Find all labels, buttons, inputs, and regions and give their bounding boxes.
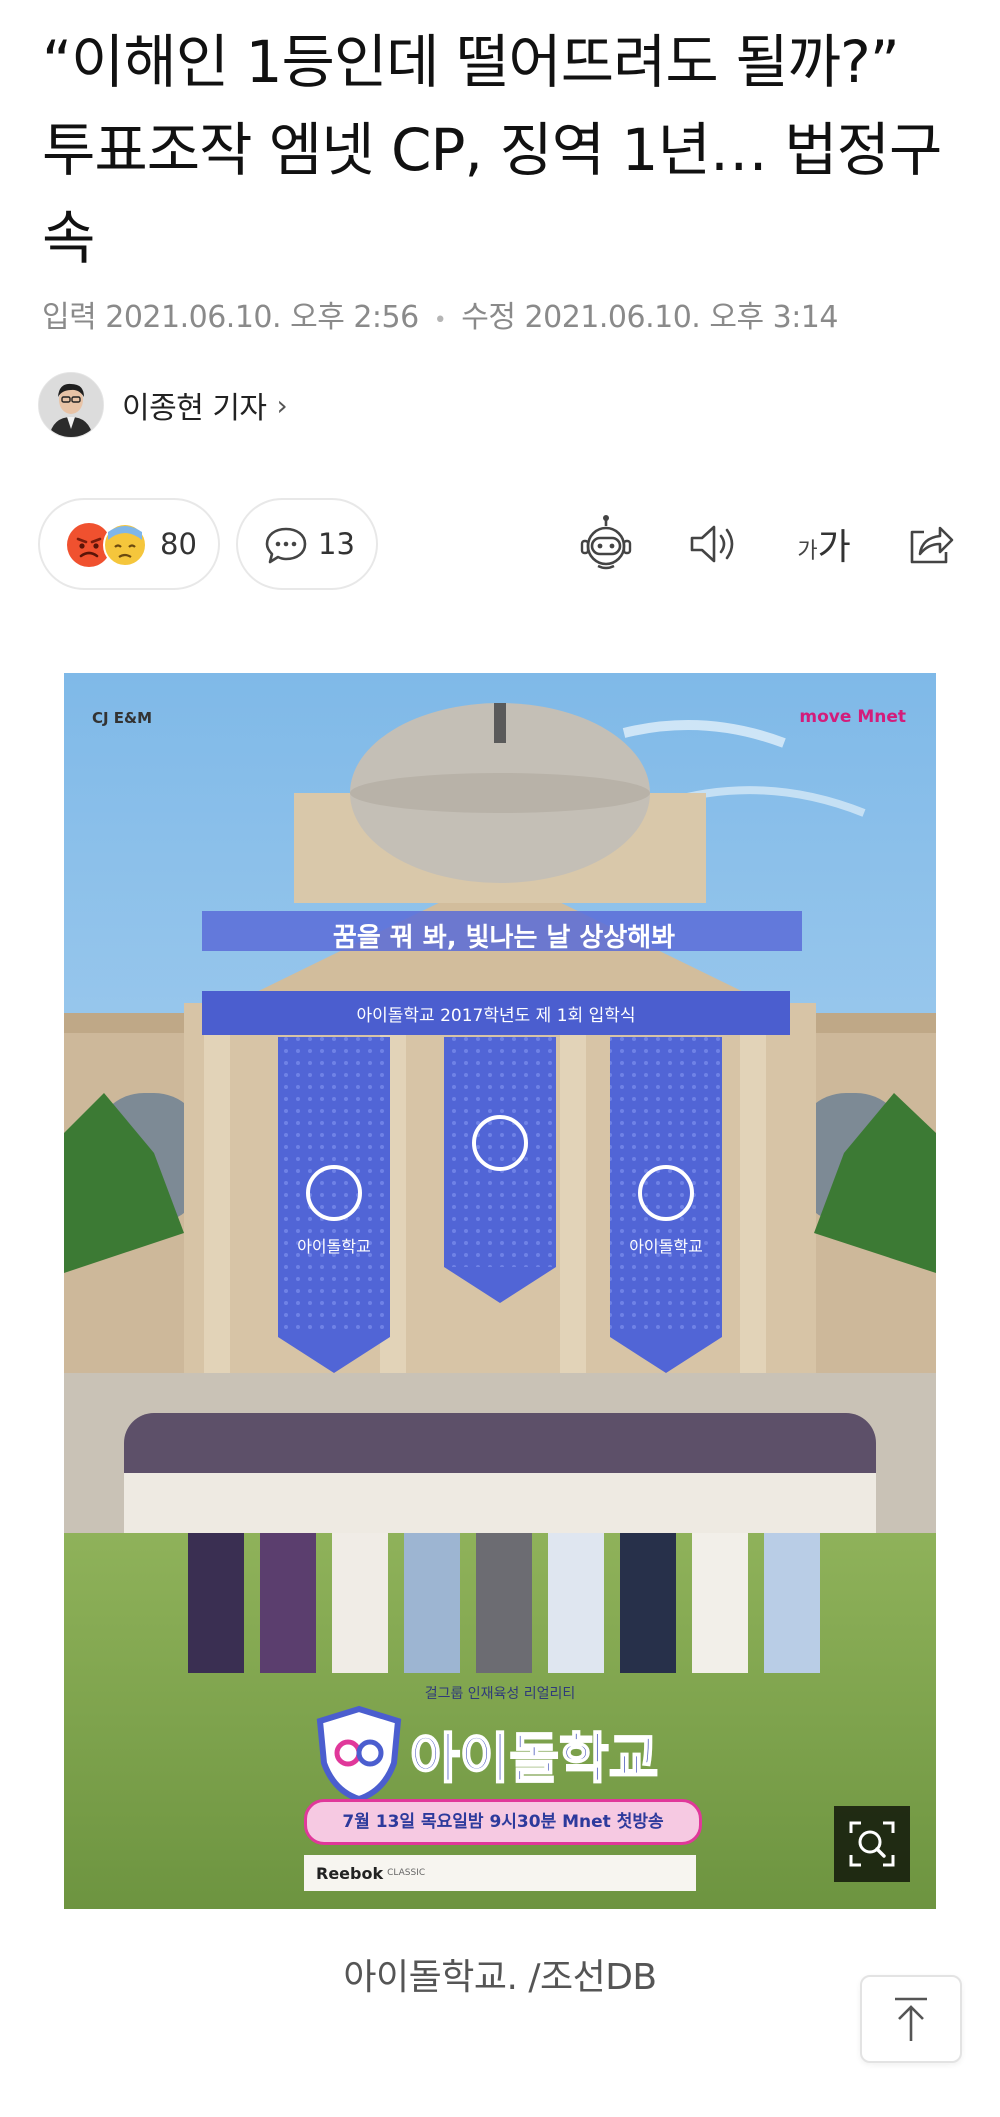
speaker-icon[interactable] [680, 512, 744, 576]
comment-button[interactable]: 13 [236, 498, 378, 590]
comment-count: 13 [318, 527, 355, 561]
reaction-count: 80 [160, 527, 197, 561]
input-time: 2021.06.10. 오후 2:56 [105, 300, 419, 335]
ceremony-banner: 아이돌학교 2017학년도 제 1회 입학식 [356, 1006, 636, 1026]
flag-label-left: 아이돌학교 [297, 1237, 371, 1256]
sponsor-sub: CLASSIC [387, 1868, 426, 1878]
school-crest-icon [316, 1705, 402, 1803]
photo-caption: 아이돌학교. /조선DB [343, 1957, 657, 1998]
article-headline: “이해인 1등인데 떨어뜨려도 될까?” 투표조작 엠넷 CP, 징역 1년… … [42, 28, 942, 272]
sponsor-strip: Reebok CLASSIC [304, 1855, 696, 1891]
reporter-name: 이종현 기자 [122, 391, 267, 426]
scroll-to-top-button[interactable] [860, 1975, 962, 2063]
font-size-small-label: 가 [797, 539, 818, 564]
mnet-logo: move Mnet [799, 707, 906, 727]
poster-subtitle: 걸그룹 인재육성 리얼리티 [424, 1686, 576, 1702]
sponsor-name: Reebok [316, 1863, 384, 1883]
arrow-up-icon [895, 1997, 927, 2041]
article-photo[interactable]: CJ E&M move Mnet 꿈을 꿔 봐, 빛나는 날 상상해봐 아이돌학… [64, 673, 936, 1909]
article-dateline: 입력 2021.06.10. 오후 2:56 • 수정 2021.06.10. … [42, 292, 838, 336]
cj-logo: CJ E&M [92, 709, 153, 727]
reporter-avatar [38, 372, 104, 438]
chevron-right-icon: › [276, 388, 288, 422]
reporter-link[interactable]: 이종현 기자 › [38, 372, 288, 438]
font-size-button[interactable]: 가 가 [784, 512, 864, 576]
modified-time: 2021.06.10. 오후 3:14 [524, 300, 839, 335]
reaction-button[interactable]: 80 [38, 498, 220, 590]
banner-slogan: 꿈을 꿔 봐, 빛나는 날 상상해봐 [332, 923, 676, 953]
share-icon[interactable] [898, 512, 962, 576]
image-zoom-button[interactable] [834, 1806, 910, 1882]
magnifier-icon [849, 1821, 895, 1867]
meta-separator: • [433, 308, 447, 333]
input-label: 입력 [42, 300, 97, 335]
poster-logo: 아이돌학교 [314, 1703, 659, 1803]
sad-sweat-face-icon [102, 522, 148, 568]
modified-label: 수정 [461, 300, 516, 335]
font-size-large-label: 가 [817, 527, 851, 568]
poster-title: 아이돌학교 [409, 1726, 659, 1791]
speech-bubble-icon [264, 526, 308, 566]
flag-label-right: 아이돌학교 [629, 1237, 703, 1256]
robot-summary-icon[interactable] [574, 512, 638, 576]
airdate-banner: 7월 13일 목요일밤 9시30분 Mnet 첫방송 [304, 1799, 702, 1845]
